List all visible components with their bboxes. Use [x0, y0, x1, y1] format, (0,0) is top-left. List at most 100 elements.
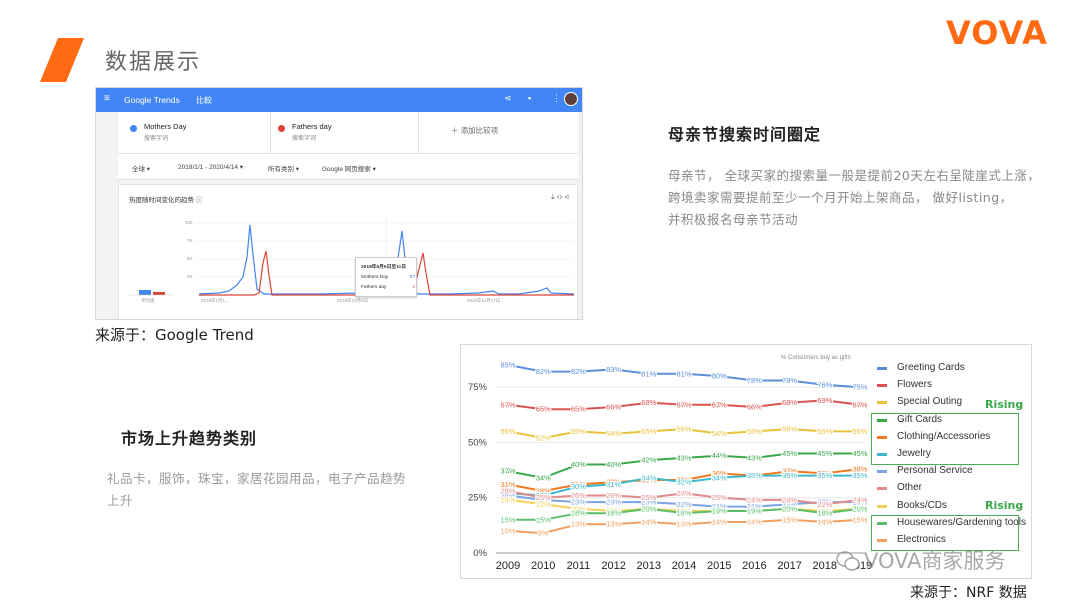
data-label: 35% [747, 471, 762, 480]
legend-label: Electronics [897, 534, 946, 545]
rising-label-top: Rising [985, 398, 1024, 411]
data-label: 66% [747, 403, 762, 412]
card-actions[interactable]: ⤓ ‹› ⋖ [551, 192, 569, 202]
data-label: 65% [536, 405, 551, 414]
data-label: 31% [606, 480, 621, 489]
data-label: 20% [852, 504, 867, 513]
term-fathers-day[interactable]: Fathers day 搜索字词 [278, 120, 418, 146]
data-label: 27% [676, 489, 691, 498]
tooltip-date: 2019年5月5日至11日 [361, 265, 407, 270]
brand-slash-icon [40, 38, 84, 82]
data-label: 45% [817, 449, 832, 458]
legend-label: Jewelry [897, 448, 931, 459]
legend-label: Greeting Cards [897, 362, 965, 373]
data-label: 56% [676, 425, 691, 434]
data-label: 54% [606, 429, 621, 438]
data-label: 67% [852, 400, 867, 409]
data-label: 9% [538, 529, 549, 538]
legend-swatch [877, 487, 887, 491]
data-label: 81% [676, 369, 691, 378]
legend-label: Special Outing [897, 396, 963, 408]
legend-swatch [877, 418, 887, 422]
data-label: 32% [676, 478, 691, 487]
data-label: 14% [747, 518, 762, 527]
data-label: 55% [641, 427, 656, 436]
legend-swatch [877, 453, 887, 456]
data-label: 45% [782, 449, 797, 458]
share-icon[interactable]: ⋖ [504, 93, 512, 104]
x-tick-label: 2012 [601, 560, 625, 572]
term-mothers-day[interactable]: Mothers Day 搜索字词 [130, 120, 270, 146]
term-sub: 搜索字词 [144, 136, 169, 142]
data-label: 15% [536, 515, 551, 524]
data-label: 26% [571, 491, 586, 500]
data-label: 13% [571, 520, 586, 529]
region-filter[interactable]: 全球 ▾ [132, 163, 150, 173]
data-label: 20% [641, 504, 656, 513]
data-label: 30% [571, 482, 586, 491]
data-label: 18% [676, 509, 691, 518]
card-title: 热度随时间变化的趋势 ⓘ [129, 197, 203, 204]
tooltip-term: Fathers day [361, 285, 387, 290]
data-label: 15% [500, 515, 515, 524]
x-tick-label: 2015 [707, 560, 731, 572]
x-tick-label: 2013 [637, 560, 661, 572]
legend-swatch [877, 401, 887, 405]
x-tick-label: 2017 [777, 560, 801, 572]
date-range-filter[interactable]: 2018/1/1 - 2020/4/14 ▾ [178, 163, 243, 171]
x-tick-label: 2009 [496, 560, 520, 572]
data-label: 66% [606, 403, 621, 412]
google-trends-screenshot: ≡ Google Trends 比較 ⋖ ▪ ⋮⋮ Mothers Day 搜索… [95, 87, 583, 320]
y-tick: 50 [187, 256, 193, 261]
legend-label: Other [897, 482, 923, 494]
data-label: 14% [641, 518, 656, 527]
data-label: 78% [747, 376, 762, 385]
legend-swatch [877, 521, 887, 525]
x-tick-label: 2014 [672, 560, 696, 572]
interest-over-time-card: 热度随时间变化的趋势 ⓘ ⤓ ‹› ⋖ 100 75 50 25 平均值 201… [118, 184, 578, 319]
legend-label: Gift Cards [897, 413, 943, 425]
data-label: 15% [782, 515, 797, 524]
menu-icon[interactable]: ≡ [104, 93, 110, 104]
data-label: 82% [536, 367, 551, 376]
trends-top-bar: ≡ Google Trends 比較 ⋖ ▪ ⋮⋮ [96, 88, 582, 112]
term-sub: 搜索字词 [292, 136, 317, 142]
data-label: 19% [712, 506, 727, 515]
description-line: 母亲节， 全球买家的搜索量一般是提前20天左右呈陡崖式上涨， [668, 168, 1041, 183]
feedback-icon[interactable]: ▪ [528, 93, 531, 103]
legend-label: Books/CDs [897, 499, 948, 511]
data-label: 20% [782, 504, 797, 513]
source-filter[interactable]: Google 网页搜索 ▾ [322, 163, 376, 173]
data-label: 85% [500, 361, 515, 370]
legend-swatch [877, 504, 887, 508]
avatar[interactable] [564, 92, 578, 106]
data-label: 76% [817, 380, 832, 389]
data-label: 42% [641, 456, 656, 465]
x-tick-label: 2016 [742, 560, 766, 572]
data-label: 35% [852, 471, 867, 480]
legend-swatch [877, 367, 887, 370]
wechat-icon [836, 551, 860, 571]
data-label: 81% [641, 369, 656, 378]
add-comparison-button[interactable]: ＋ 添加比较项 [451, 125, 498, 136]
x-tick-label: 2018 [813, 560, 837, 572]
divider [270, 112, 271, 154]
data-label: 28% [500, 487, 515, 496]
x-tick: 2019年11月17日 [467, 298, 501, 303]
rising-categories-description: 礼品卡，服饰，珠宝，家居花园用品，电子产品趋势 上升 [107, 468, 427, 512]
data-label: 45% [852, 449, 867, 458]
data-label: 69% [817, 396, 832, 405]
data-label: 55% [571, 427, 586, 436]
data-label: 24% [500, 495, 515, 504]
data-label: 40% [606, 460, 621, 469]
data-label: 25% [641, 493, 656, 502]
data-label: 55% [747, 427, 762, 436]
category-filter[interactable]: 所有类别 ▾ [268, 163, 299, 173]
source-google-trend: 来源于：Google Trend [95, 326, 254, 344]
chart-note: % Consumers buy as gifts [781, 355, 851, 361]
data-label: 35% [782, 471, 797, 480]
data-label: 15% [852, 515, 867, 524]
description-line: 上升 [107, 493, 134, 508]
average-bar-fathers [153, 292, 165, 295]
mothers-day-description: 母亲节， 全球买家的搜索量一般是提前20天左右呈陡崖式上涨， 跨境卖家需要提前至… [668, 165, 1068, 231]
